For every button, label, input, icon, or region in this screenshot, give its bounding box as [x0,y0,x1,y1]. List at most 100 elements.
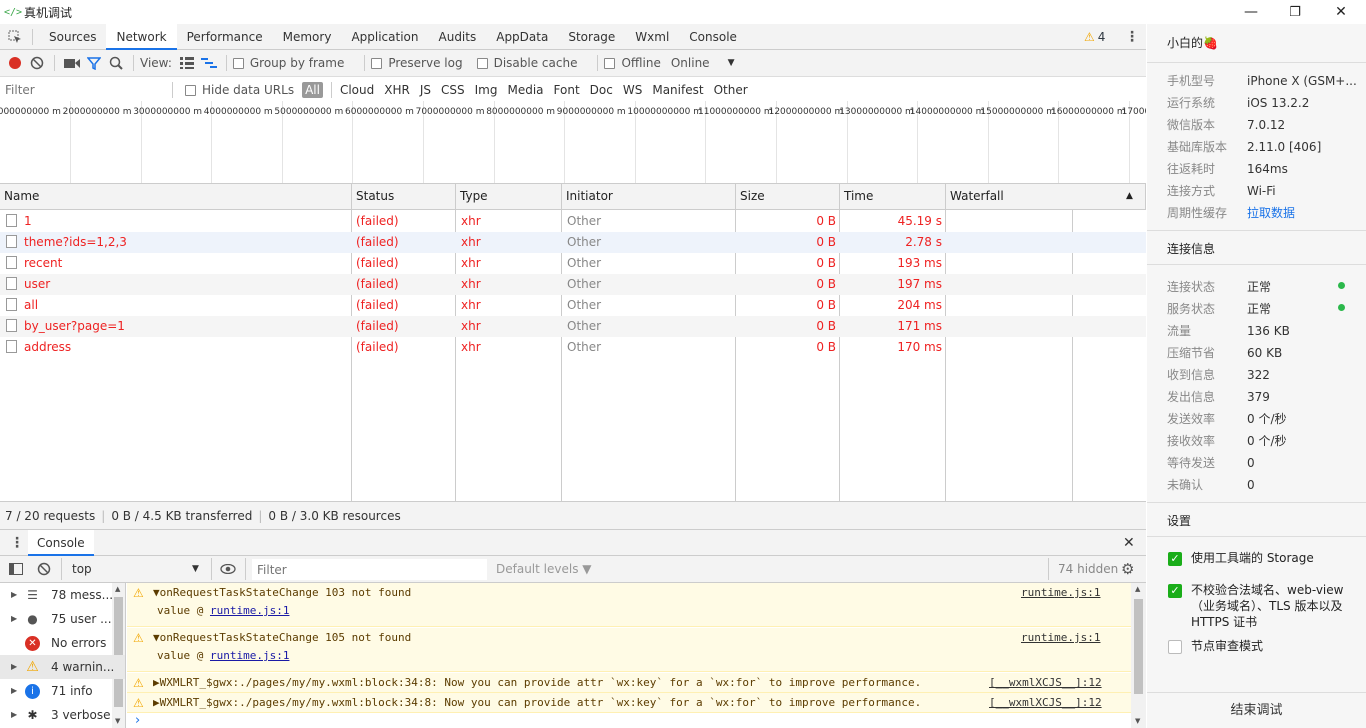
request-name[interactable]: user [6,274,346,295]
stack-frame-link[interactable]: runtime.js:1 [210,604,289,617]
scroll-down-icon[interactable]: ▼ [1135,717,1140,725]
console-sidebar-item[interactable]: ▶ ☰ 78 mess... [0,583,125,607]
console-warning-message[interactable]: ⚠ ▶WXMLRT_$gwx:./pages/my/my.wxml:block:3… [127,673,1131,693]
column-header-time[interactable]: Time [840,184,946,210]
console-scrollbar[interactable]: ▲ ▼ [1131,583,1146,728]
request-name[interactable]: theme?ids=1,2,3 [6,232,346,253]
filter-type-xhr[interactable]: XHR [380,82,414,98]
table-row[interactable]: address (failed) xhr Other 0 B 170 ms [0,337,1146,358]
close-button[interactable]: ✕ [1318,0,1364,24]
tab-wxml[interactable]: Wxml [625,24,679,50]
console-sidebar-item[interactable]: ✕ No errors [0,631,125,655]
warning-counter[interactable]: ⚠ 4 [1084,24,1105,50]
search-icon[interactable] [105,52,127,74]
expand-arrow-icon[interactable]: ▶ [11,583,17,607]
tab-sources[interactable]: Sources [39,24,106,50]
preserve-log-checkbox[interactable]: Preserve log [371,56,463,70]
screenshot-camera-icon[interactable] [61,52,83,74]
console-warning-message[interactable]: ⚠ ▶WXMLRT_$gwx:./pages/my/my.wxml:block:3… [127,693,1131,713]
tab-application[interactable]: Application [341,24,428,50]
restore-button[interactable]: ❐ [1272,0,1318,24]
clear-console-icon[interactable] [33,558,55,580]
throttling-select[interactable]: Online [671,56,710,70]
filter-type-css[interactable]: CSS [437,82,469,98]
table-row[interactable]: 1 (failed) xhr Other 0 B 45.19 s [0,211,1146,232]
offline-checkbox[interactable]: Offline [604,56,661,70]
group-by-frame-checkbox[interactable]: Group by frame [232,56,344,70]
filter-type-doc[interactable]: Doc [586,82,617,98]
large-rows-icon[interactable] [176,52,198,74]
console-settings-gear-icon[interactable]: ⚙ [1121,556,1134,583]
column-header-initiator[interactable]: Initiator [562,184,736,210]
column-header-type[interactable]: Type [456,184,562,210]
filter-type-font[interactable]: Font [550,82,584,98]
message-source-link[interactable]: runtime.js:1 [1021,631,1100,644]
console-prompt[interactable]: › [135,713,140,728]
table-row[interactable]: all (failed) xhr Other 0 B 204 ms [0,295,1146,316]
sort-ascending-icon[interactable]: ▲ [1126,184,1133,208]
more-menu-icon[interactable]: ⋮ [1125,24,1139,50]
scroll-up-icon[interactable]: ▲ [1135,585,1140,593]
request-name[interactable]: recent [6,253,346,274]
console-warning-message[interactable]: ⚠ ▼onRequestTaskStateChange 105 not found… [127,628,1131,672]
console-sidebar-item[interactable]: ▶ ● 75 user ... [0,607,125,631]
console-sidebar-item[interactable]: ▶ ✱ 3 verbose [0,703,125,727]
message-source-link[interactable]: [__wxmlXCJS__]:12 [989,676,1102,689]
setting-checkbox[interactable]: ✓ [1168,584,1182,598]
record-button[interactable] [4,52,26,74]
table-row[interactable]: user (failed) xhr Other 0 B 197 ms [0,274,1146,295]
expand-arrow-icon[interactable]: ▶ [11,655,17,679]
filter-type-manifest[interactable]: Manifest [648,82,707,98]
filter-input[interactable] [3,80,166,100]
inspect-element-icon[interactable] [4,26,26,48]
expand-arrow-icon[interactable]: ▶ [11,679,17,703]
console-scroll-thumb[interactable] [1134,599,1143,694]
context-selector[interactable]: top ▼ [67,556,205,583]
request-name[interactable]: all [6,295,346,316]
filter-type-all[interactable]: All [302,82,323,98]
tab-performance[interactable]: Performance [177,24,273,50]
filter-type-media[interactable]: Media [503,82,547,98]
request-name[interactable]: by_user?page=1 [6,316,346,337]
tab-storage[interactable]: Storage [558,24,625,50]
stack-frame-link[interactable]: runtime.js:1 [210,649,289,662]
tab-appdata[interactable]: AppData [486,24,558,50]
setting-checkbox[interactable]: ✓ [1168,552,1182,566]
request-name[interactable]: address [6,337,346,358]
log-levels-select[interactable]: Default levels ▼ [496,556,592,583]
tab-console-drawer[interactable]: Console [28,530,94,556]
column-header-size[interactable]: Size [736,184,840,210]
filter-type-ws[interactable]: WS [619,82,646,98]
message-source-link[interactable]: runtime.js:1 [1021,586,1100,599]
expand-arrow-icon[interactable]: ▶ [11,703,17,727]
column-header-name[interactable]: Name [0,184,352,210]
filter-type-other[interactable]: Other [710,82,752,98]
expand-arrow-icon[interactable]: ▶ [11,607,17,631]
filter-type-cloud[interactable]: Cloud [336,82,378,98]
message-source-link[interactable]: [__wxmlXCJS__]:12 [989,696,1102,709]
table-row[interactable]: recent (failed) xhr Other 0 B 193 ms [0,253,1146,274]
console-warning-message[interactable]: ⚠ ▼onRequestTaskStateChange 103 not found… [127,583,1131,627]
clear-icon[interactable] [26,52,48,74]
table-row[interactable]: by_user?page=1 (failed) xhr Other 0 B 171 ms [0,316,1146,337]
column-header-waterfall[interactable]: Waterfall ▲ [946,184,1146,210]
console-sidebar-item[interactable]: ▶ ⚠ 4 warnin... [0,655,125,679]
end-debug-button[interactable]: 结束调试 [1147,692,1366,728]
tab-console[interactable]: Console [679,24,747,50]
device-info-value[interactable]: 拉取数据 [1247,206,1295,220]
disable-cache-checkbox[interactable]: Disable cache [476,56,577,70]
filter-type-js[interactable]: JS [416,82,435,98]
column-header-status[interactable]: Status [352,184,456,210]
request-name[interactable]: 1 [6,211,346,232]
table-row[interactable]: theme?ids=1,2,3 (failed) xhr Other 0 B 2.78 s [0,232,1146,253]
setting-checkbox[interactable] [1168,640,1182,654]
drawer-menu-icon[interactable]: ⋮ [10,530,24,556]
tab-memory[interactable]: Memory [273,24,342,50]
chevron-down-icon[interactable]: ▼ [728,58,735,68]
close-drawer-icon[interactable]: ✕ [1123,530,1135,556]
live-expression-eye-icon[interactable] [217,558,239,580]
filter-type-img[interactable]: Img [471,82,502,98]
tab-network[interactable]: Network [106,23,177,50]
console-filter-input[interactable] [252,559,487,580]
filter-icon[interactable] [83,52,105,74]
